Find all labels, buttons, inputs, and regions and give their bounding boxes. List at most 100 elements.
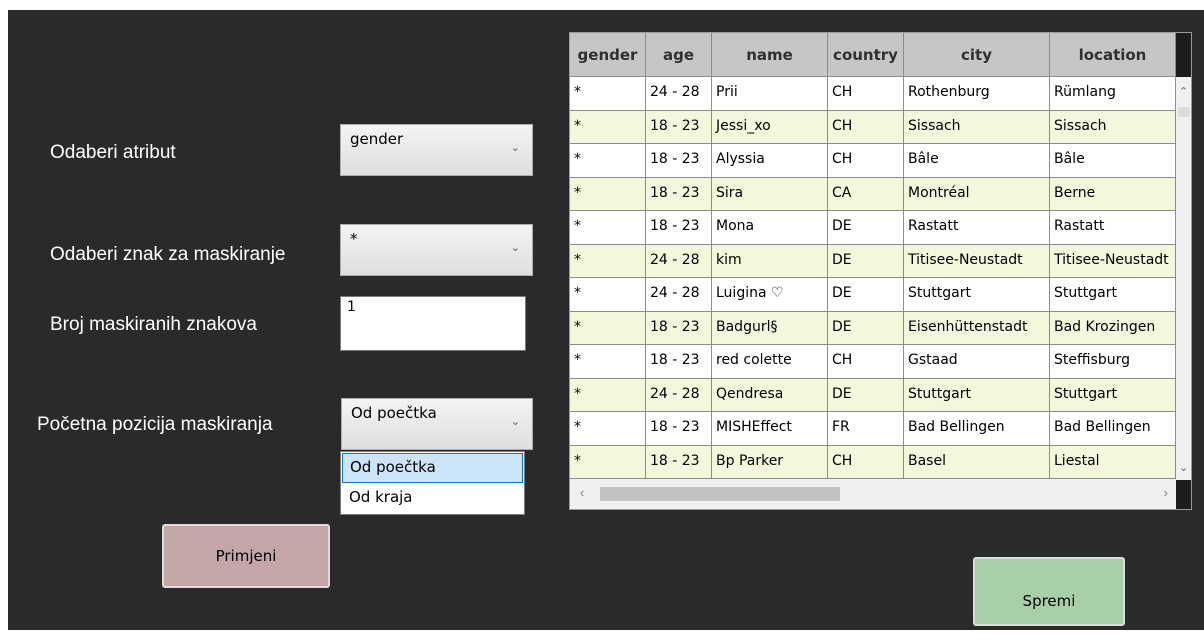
table-cell[interactable]: Qendresa: [712, 378, 828, 412]
mask-char-combobox[interactable]: * ⌄: [340, 224, 533, 276]
table-cell[interactable]: Liestal: [1050, 445, 1176, 479]
table-row[interactable]: * 24 - 28 kim DE Titisee-Neustadt Titisee-Neu…: [570, 244, 1176, 278]
table-cell[interactable]: DE: [828, 278, 904, 312]
table-cell[interactable]: Titisee-Neustadt: [904, 244, 1050, 278]
table-cell[interactable]: Montréal: [904, 177, 1050, 211]
table-cell[interactable]: CH: [828, 345, 904, 379]
table-cell[interactable]: *: [570, 244, 646, 278]
chevron-down-icon[interactable]: ⌄: [1179, 461, 1188, 474]
table-cell[interactable]: 24 - 28: [646, 278, 712, 312]
column-header-2[interactable]: name: [712, 33, 828, 77]
table-cell[interactable]: 18 - 23: [646, 345, 712, 379]
table-cell[interactable]: 18 - 23: [646, 110, 712, 144]
table-row[interactable]: * 18 - 23 Mona DE Rastatt Rastatt: [570, 211, 1176, 245]
column-header-3[interactable]: country: [828, 33, 904, 77]
table-cell[interactable]: Mona: [712, 211, 828, 245]
table-cell[interactable]: *: [570, 311, 646, 345]
table-cell[interactable]: Alyssia: [712, 144, 828, 178]
table-cell[interactable]: MISHEffect: [712, 412, 828, 446]
table-cell[interactable]: Sissach: [1050, 110, 1176, 144]
table-cell[interactable]: Rastatt: [904, 211, 1050, 245]
table-cell[interactable]: 24 - 28: [646, 77, 712, 111]
table-cell[interactable]: Bâle: [1050, 144, 1176, 178]
dropdown-option-end[interactable]: Od kraja: [342, 484, 523, 514]
table-cell[interactable]: Berne: [1050, 177, 1176, 211]
table-cell[interactable]: *: [570, 412, 646, 446]
table-row[interactable]: * 18 - 23 Bp Parker CH Basel Liestal: [570, 445, 1176, 479]
table-cell[interactable]: Bad Bellingen: [1050, 412, 1176, 446]
table-row[interactable]: * 24 - 28 Luigina ♡ DE Stuttgart Stuttgart: [570, 278, 1176, 312]
table-cell[interactable]: CA: [828, 177, 904, 211]
table-cell[interactable]: Rothenburg: [904, 77, 1050, 111]
column-header-0[interactable]: gender: [570, 33, 646, 77]
horizontal-scrollbar[interactable]: ‹ ›: [570, 480, 1176, 509]
table-cell[interactable]: Bad Bellingen: [904, 412, 1050, 446]
table-cell[interactable]: *: [570, 378, 646, 412]
table-cell[interactable]: *: [570, 177, 646, 211]
vertical-scroll-thumb[interactable]: [1178, 107, 1190, 117]
column-header-4[interactable]: city: [904, 33, 1050, 77]
table-cell[interactable]: Sissach: [904, 110, 1050, 144]
table-cell[interactable]: 24 - 28: [646, 244, 712, 278]
column-header-5[interactable]: location: [1050, 33, 1176, 77]
chevron-left-icon[interactable]: ‹: [580, 485, 584, 500]
mask-count-input[interactable]: 1: [340, 296, 526, 351]
table-cell[interactable]: DE: [828, 211, 904, 245]
table-cell[interactable]: CH: [828, 445, 904, 479]
table-cell[interactable]: Luigina ♡: [712, 278, 828, 312]
table-cell[interactable]: DE: [828, 378, 904, 412]
table-cell[interactable]: Prii: [712, 77, 828, 111]
table-cell[interactable]: DE: [828, 244, 904, 278]
table-cell[interactable]: 18 - 23: [646, 177, 712, 211]
table-cell[interactable]: Bâle: [904, 144, 1050, 178]
apply-button[interactable]: Primjeni: [162, 524, 330, 588]
table-cell[interactable]: *: [570, 445, 646, 479]
table-row[interactable]: * 18 - 23 red colette CH Gstaad Steffisburg: [570, 345, 1176, 379]
table-row[interactable]: * 18 - 23 Sira CA Montréal Berne: [570, 177, 1176, 211]
start-position-dropdown[interactable]: Od poečtka Od kraja: [340, 451, 525, 515]
table-row[interactable]: * 18 - 23 Alyssia CH Bâle Bâle: [570, 144, 1176, 178]
table-cell[interactable]: 18 - 23: [646, 412, 712, 446]
vertical-scrollbar[interactable]: ⌃ ⌄: [1176, 77, 1191, 480]
table-row[interactable]: * 18 - 23 Jessi_xo CH Sissach Sissach: [570, 110, 1176, 144]
table-cell[interactable]: CH: [828, 144, 904, 178]
table-cell[interactable]: 18 - 23: [646, 144, 712, 178]
table-cell[interactable]: 24 - 28: [646, 378, 712, 412]
table-cell[interactable]: 18 - 23: [646, 211, 712, 245]
table-cell[interactable]: Rastatt: [1050, 211, 1176, 245]
table-cell[interactable]: CH: [828, 110, 904, 144]
table-cell[interactable]: Gstaad: [904, 345, 1050, 379]
table-cell[interactable]: 18 - 23: [646, 311, 712, 345]
table-cell[interactable]: FR: [828, 412, 904, 446]
table-cell[interactable]: Jessi_xo: [712, 110, 828, 144]
data-grid[interactable]: gender age name country city location * 24 - 2…: [569, 32, 1192, 510]
column-header-1[interactable]: age: [646, 33, 712, 77]
table-cell[interactable]: 18 - 23: [646, 445, 712, 479]
table-cell[interactable]: Titisee-Neustadt: [1050, 244, 1176, 278]
table-cell[interactable]: Basel: [904, 445, 1050, 479]
table-row[interactable]: * 24 - 28 Qendresa DE Stuttgart Stuttgart: [570, 378, 1176, 412]
table-cell[interactable]: Bp Parker: [712, 445, 828, 479]
table-cell[interactable]: *: [570, 211, 646, 245]
chevron-up-icon[interactable]: ⌃: [1179, 85, 1188, 98]
table-cell[interactable]: DE: [828, 311, 904, 345]
table-cell[interactable]: red colette: [712, 345, 828, 379]
table-row[interactable]: * 24 - 28 Prii CH Rothenburg Rümlang: [570, 77, 1176, 111]
table-cell[interactable]: Rümlang: [1050, 77, 1176, 111]
table-cell[interactable]: Stuttgart: [1050, 278, 1176, 312]
table-cell[interactable]: *: [570, 77, 646, 111]
attribute-combobox[interactable]: gender ⌄: [340, 124, 533, 176]
table-cell[interactable]: *: [570, 278, 646, 312]
table-cell[interactable]: *: [570, 110, 646, 144]
grid-body[interactable]: * 24 - 28 Prii CH Rothenburg Rümlang * 18 - 23 J…: [570, 77, 1176, 480]
save-button[interactable]: Spremi: [973, 557, 1125, 626]
table-cell[interactable]: *: [570, 345, 646, 379]
table-cell[interactable]: Eisenhüttenstadt: [904, 311, 1050, 345]
table-cell[interactable]: Steffisburg: [1050, 345, 1176, 379]
table-cell[interactable]: Stuttgart: [904, 278, 1050, 312]
start-position-combobox[interactable]: Od poečtka ⌄: [341, 398, 533, 450]
table-cell[interactable]: kim: [712, 244, 828, 278]
table-cell[interactable]: Sira: [712, 177, 828, 211]
table-cell[interactable]: Stuttgart: [904, 378, 1050, 412]
table-cell[interactable]: Bad Krozingen: [1050, 311, 1176, 345]
